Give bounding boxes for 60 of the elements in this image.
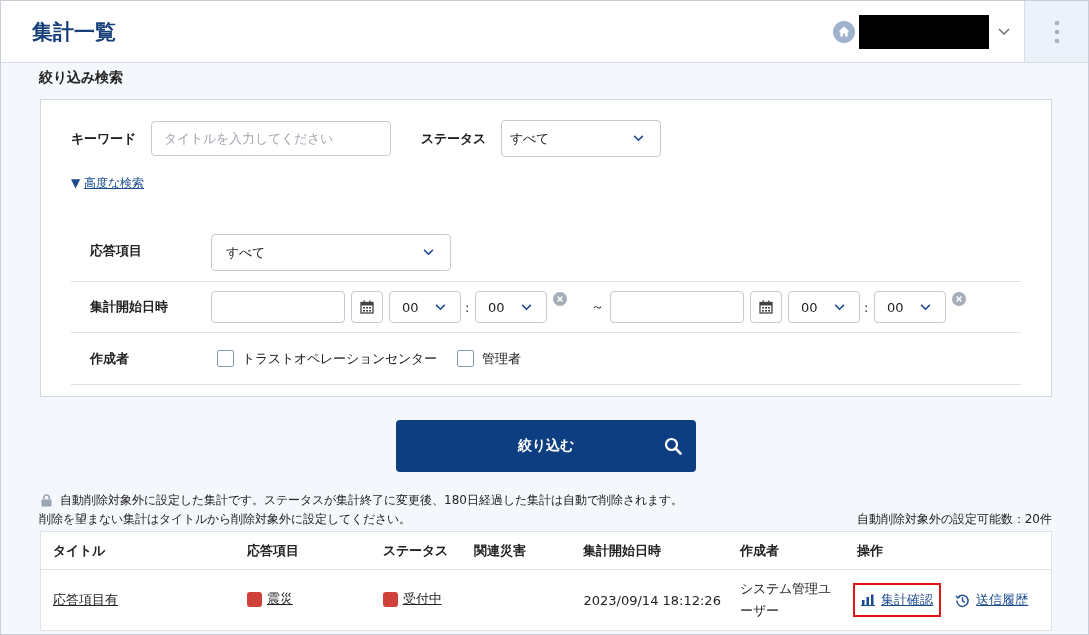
- chevron-down-icon: [423, 249, 434, 256]
- quota-text: 自動削除対象外の設定可能数：20件: [856, 511, 1052, 528]
- lock-icon: [41, 494, 52, 507]
- keyword-field[interactable]: タイトルを入力してください: [151, 121, 391, 156]
- creator-checkbox[interactable]: 管理者: [457, 349, 521, 368]
- chevron-down-icon: [521, 303, 532, 311]
- range-separator: ～: [591, 298, 604, 316]
- clock-icon: [955, 592, 971, 608]
- column-header: タイトル: [52, 541, 106, 560]
- date-field[interactable]: [211, 291, 345, 323]
- hour-select[interactable]: 00: [389, 291, 461, 323]
- chevron-down-icon[interactable]: [998, 27, 1010, 36]
- minute-select[interactable]: 00: [475, 291, 547, 323]
- more-icon[interactable]: [1053, 19, 1060, 44]
- calendar-button[interactable]: [750, 291, 782, 323]
- search-icon: [663, 437, 682, 455]
- calendar-button[interactable]: [351, 291, 383, 323]
- chevron-down-icon: [920, 303, 931, 311]
- field-label: ステータス: [421, 129, 487, 148]
- calendar-icon: [759, 300, 773, 314]
- chevron-down-icon: [435, 303, 446, 311]
- notice-text: 削除を望まない集計はタイトルから削除対象外に設定してください。: [39, 511, 411, 528]
- filter-submit-button[interactable]: 絞り込む: [395, 420, 696, 472]
- chevron-down-icon: [834, 303, 845, 311]
- column-header: 集計開始日時: [582, 541, 663, 560]
- table-cell-text: システム管理ユーザー: [740, 580, 833, 620]
- field-label: 集計開始日時: [90, 298, 169, 316]
- time-colon: :: [864, 299, 868, 315]
- column-header: 操作: [856, 541, 885, 560]
- field-label: キーワード: [71, 129, 137, 148]
- title-link[interactable]: 応答項目有: [53, 592, 118, 607]
- column-header: ステータス: [381, 541, 449, 560]
- action-link[interactable]: 送信履歴: [947, 583, 1037, 617]
- clear-icon[interactable]: [553, 292, 567, 306]
- column-header: 作成者: [738, 541, 781, 560]
- chevron-down-icon: [633, 135, 644, 142]
- table-cell: 2023/09/14 18:12:26: [583, 592, 721, 608]
- date-field[interactable]: [610, 291, 744, 323]
- calendar-icon: [360, 300, 374, 314]
- time-colon: :: [465, 299, 469, 315]
- column-header: 関連災害: [472, 541, 527, 560]
- creator-checkbox[interactable]: トラストオペレーションセンター: [217, 349, 437, 368]
- status-select[interactable]: すべて: [501, 120, 661, 157]
- response-item-select[interactable]: すべて: [211, 234, 451, 271]
- field-label: 作成者: [90, 349, 130, 368]
- bar-chart-icon: [861, 594, 876, 606]
- response-item-link[interactable]: 震災: [266, 590, 293, 609]
- advanced-search-link[interactable]: ▼ 高度な検索: [71, 176, 145, 190]
- field-label: 応答項目: [90, 242, 143, 260]
- notice-text: 自動削除対象外に設定した集計です。ステータスが集計終了に変更後、180日経過した集計は自動で削除されます。: [60, 492, 683, 509]
- clear-icon[interactable]: [952, 292, 966, 306]
- page-title: 集計一覧: [32, 18, 116, 46]
- column-header: 応答項目: [245, 541, 300, 560]
- status-link[interactable]: 受付中: [402, 590, 442, 609]
- action-link[interactable]: 集計確認: [853, 583, 942, 617]
- more-menu-button[interactable]: [1024, 1, 1088, 62]
- section-heading: 絞り込み検索: [39, 68, 124, 87]
- hour-select[interactable]: 00: [788, 291, 860, 323]
- minute-select[interactable]: 00: [874, 291, 946, 323]
- home-icon[interactable]: [833, 20, 855, 43]
